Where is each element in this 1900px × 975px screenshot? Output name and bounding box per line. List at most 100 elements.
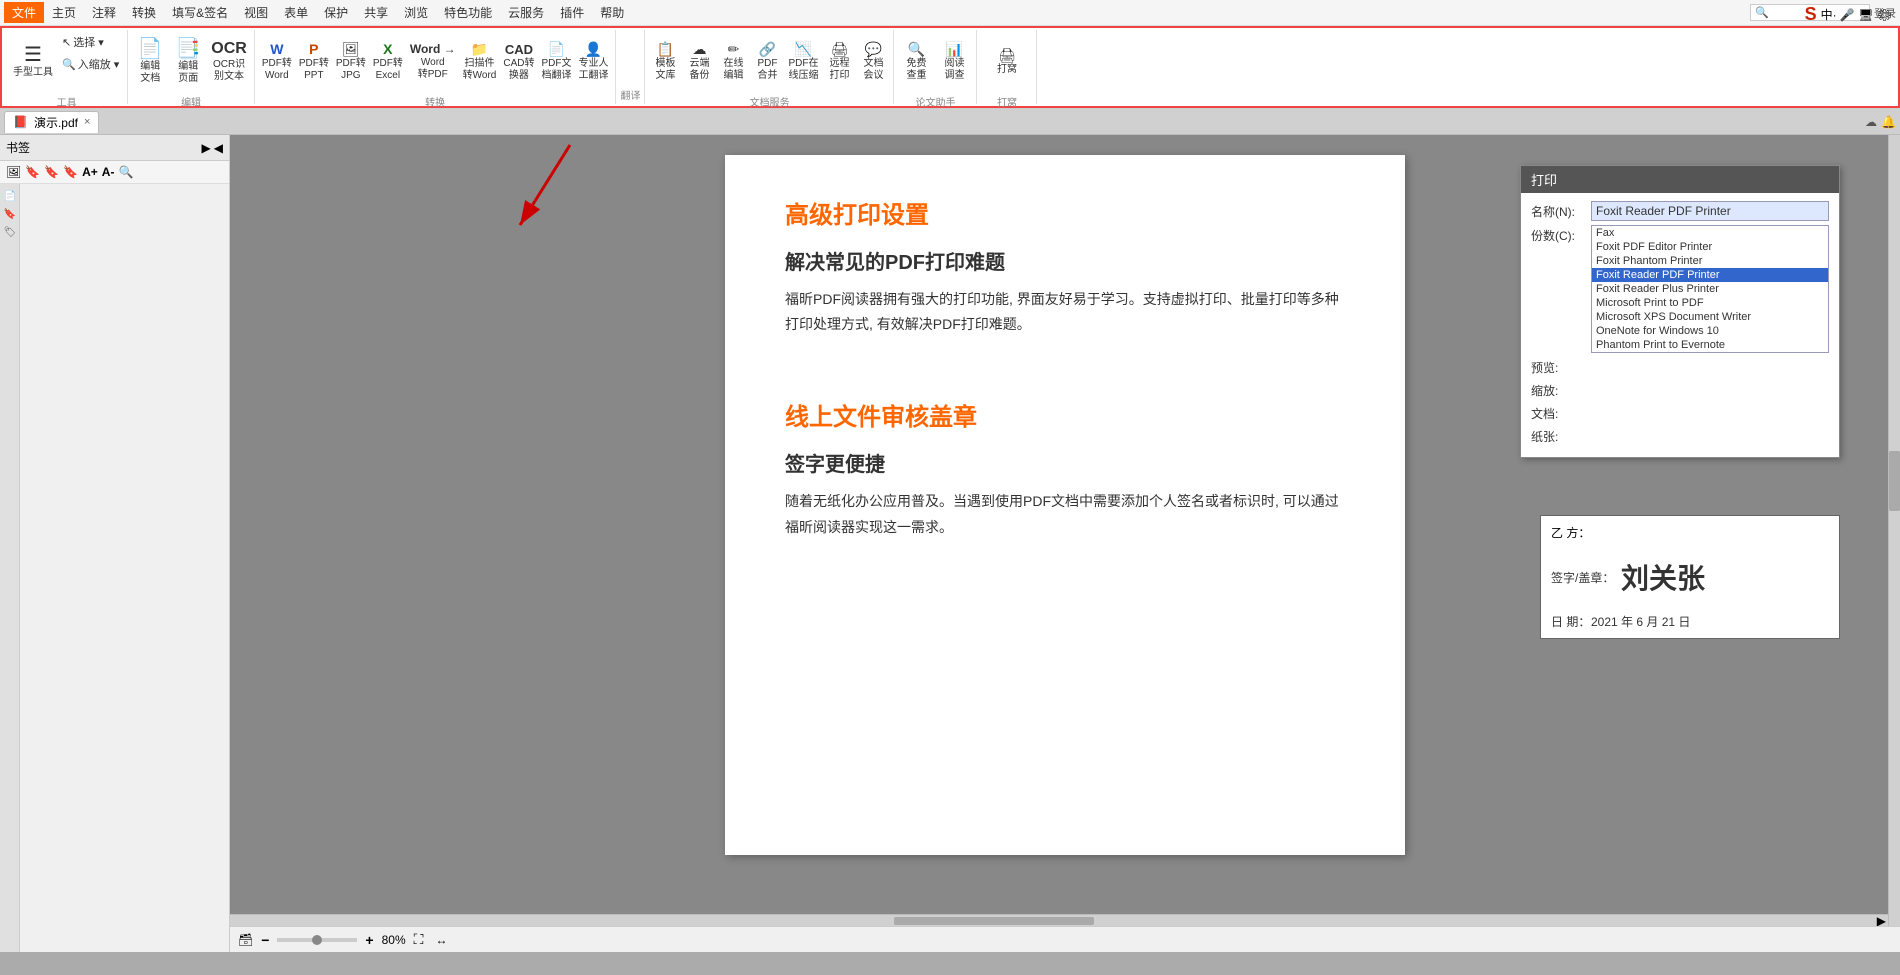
cad-label: CAD转 换器 <box>503 58 534 82</box>
sig-top-label: 乙 方： <box>1551 524 1590 541</box>
select-btn[interactable]: ↖ 选择 ▾ <box>58 32 123 52</box>
sidebar-icon-image[interactable]: 🖼 <box>6 165 21 179</box>
sidebar-icon-bookmark2[interactable]: 🔖 <box>44 165 59 179</box>
hscroll-bar[interactable]: ▶ <box>230 914 1888 926</box>
edit-page-label: 编辑 页面 <box>178 61 198 85</box>
sidebar-icon-bookmark1[interactable]: 🔖 <box>25 165 40 179</box>
zoom-slider[interactable] <box>277 938 357 942</box>
printer-list-item-onenote[interactable]: OneNote for Windows 10 <box>1592 324 1828 338</box>
zoom-plus-btn[interactable]: + <box>365 932 373 948</box>
sidebar-icon-search[interactable]: 🔍 <box>118 165 133 179</box>
template-lib-btn[interactable]: 📋 模板 文库 <box>649 32 681 92</box>
menu-item-protect[interactable]: 保护 <box>316 2 356 23</box>
hscroll-thumb[interactable] <box>894 917 1094 925</box>
printer-list[interactable]: Fax Foxit PDF Editor Printer Foxit Phant… <box>1591 225 1829 353</box>
menu-item-home[interactable]: 主页 <box>44 2 84 23</box>
vtab-item-3[interactable]: 🏷 <box>2 224 18 240</box>
pdf-to-jpg-btn[interactable]: 🖼 PDF转 JPG <box>333 32 369 92</box>
sidebar-icon-font-bigger[interactable]: A+ <box>82 165 98 179</box>
hand-icon: ☰ <box>24 45 42 65</box>
sidebar-close-btn[interactable]: ◀ <box>214 141 223 155</box>
sidebar-expand-btn[interactable]: ▶ <box>202 141 211 155</box>
zoom-slider-thumb[interactable] <box>312 935 322 945</box>
zoom-expand-icon[interactable]: 🗃 <box>238 933 253 947</box>
doc-service-buttons: 📋 模板 文库 ☁ 云端 备份 ✏ 在线 编辑 🔗 PDF 合并 📉 <box>649 32 889 92</box>
online-edit-btn[interactable]: ✏ 在线 编辑 <box>717 32 749 92</box>
pdf-to-excel-btn[interactable]: X PDF转 Excel <box>370 32 406 92</box>
ocr-label: OCR识 别文本 <box>213 59 245 83</box>
ribbon-group-print-setting: 🖨 打窝 打窝 <box>977 30 1037 104</box>
pdf-to-word-btn[interactable]: W PDF转 Word <box>259 32 295 92</box>
scrollbar-v[interactable] <box>1888 135 1900 926</box>
menu-item-cloud[interactable]: 云服务 <box>500 2 552 23</box>
sidebar-icon-font-smaller[interactable]: A- <box>102 165 115 179</box>
menu-item-browse[interactable]: 浏览 <box>396 2 436 23</box>
free-check-label: 免费 查重 <box>906 58 926 82</box>
tab-bar: 📕 演示.pdf × ☁ 🔔 PDF编辑器 <box>0 109 1900 135</box>
cloud-backup-label: 云端 备份 <box>689 58 709 82</box>
pdf-merge-label: PDF 合并 <box>757 58 777 82</box>
menu-item-file[interactable]: 文件 <box>4 2 44 23</box>
vtab-item-2[interactable]: 🔖 <box>2 206 18 222</box>
edit-page-btn[interactable]: 📑 编辑 页面 <box>170 32 206 92</box>
scan-to-word-btn[interactable]: 📁 扫描件 转Word <box>460 32 500 92</box>
page-fit-btn[interactable]: ↔ <box>435 933 447 947</box>
menu-item-convert[interactable]: 转换 <box>124 2 164 23</box>
scrollbar-thumb[interactable] <box>1889 451 1900 511</box>
doc-tab-close-btn[interactable]: × <box>84 116 90 128</box>
printer-list-item-ms-xps[interactable]: Microsoft XPS Document Writer <box>1592 310 1828 324</box>
vtab-item-1[interactable]: 📄 <box>2 188 18 204</box>
pdf-word-icon: W <box>270 42 283 56</box>
human-translate-btn[interactable]: 👤 专业人 工翻译 <box>575 32 611 92</box>
printer-list-item-ms-pdf[interactable]: Microsoft Print to PDF <box>1592 296 1828 310</box>
hand-tool-btn[interactable]: ☰ 手型工具 <box>10 32 56 92</box>
pdf-translate-icon: 📄 <box>548 42 565 56</box>
printer-list-item-phantom-evernote[interactable]: Phantom Print to Evernote <box>1592 338 1828 352</box>
remote-print-btn[interactable]: 🖨 远程 打印 <box>823 32 855 92</box>
free-check-btn[interactable]: 🔍 免费 查重 <box>898 32 934 92</box>
logo-s-icon: S <box>1805 4 1817 25</box>
cloud-backup-btn[interactable]: ☁ 云端 备份 <box>683 32 715 92</box>
main-layout: 书签 ▶ ◀ 🖼 🔖 🔖 🔖 A+ A- 🔍 📄 🔖 🏷 <box>0 135 1900 952</box>
menu-item-plugin[interactable]: 插件 <box>552 2 592 23</box>
menu-item-fill-sign[interactable]: 填写&签名 <box>164 2 236 23</box>
menu-item-share[interactable]: 共享 <box>356 2 396 23</box>
remote-print-icon: 🖨 <box>831 42 849 56</box>
menu-item-help[interactable]: 帮助 <box>592 2 632 23</box>
sig-date-value: 2021 年 6 月 21 日 <box>1591 613 1690 630</box>
fullscreen-btn[interactable]: ⛶ <box>414 931 424 948</box>
section1-subtitle: 解决常见的PDF打印难题 <box>785 246 1345 275</box>
sidebar-controls: ▶ ◀ <box>202 141 223 155</box>
word-to-pdf-btn[interactable]: Word → Word 转PDF <box>407 32 459 92</box>
menu-item-form[interactable]: 表单 <box>276 2 316 23</box>
print-row-scale: 缩放: <box>1531 380 1829 399</box>
printer-list-item-fax[interactable]: Fax <box>1592 226 1828 240</box>
doc-tab[interactable]: 📕 演示.pdf × <box>4 111 99 133</box>
pdf-page: 高级打印设置 解决常见的PDF打印难题 福昕PDF阅读器拥有强大的打印功能, 界… <box>725 155 1405 855</box>
pdf-to-ppt-btn[interactable]: P PDF转 PPT <box>296 32 332 92</box>
printer-list-item-foxit-reader[interactable]: Foxit Reader PDF Printer <box>1592 268 1828 282</box>
pdf-excel-label: PDF转 Excel <box>373 58 403 82</box>
sidebar-icon-bookmark3[interactable]: 🔖 <box>63 165 78 179</box>
printer-name-input[interactable]: Foxit Reader PDF Printer <box>1591 201 1829 221</box>
doc-meeting-btn[interactable]: 💬 文档 会议 <box>857 32 889 92</box>
select-icon: ↖ <box>62 36 71 49</box>
pdf-merge-btn[interactable]: 🔗 PDF 合并 <box>751 32 783 92</box>
logo-text: 中· 🎤 🖥 ⚙ <box>1821 6 1892 23</box>
sig-sign-row: 签字/盖章： 刘关张 <box>1541 549 1839 605</box>
edit-doc-btn[interactable]: 📄 编辑 文档 <box>132 32 168 92</box>
zoom-minus-btn[interactable]: − <box>261 932 269 948</box>
printer-list-item-foxit-phantom[interactable]: Foxit Phantom Printer <box>1592 254 1828 268</box>
print-setting-btn[interactable]: 🖨 打窝 <box>987 32 1027 92</box>
ocr-btn[interactable]: OCR OCR识 别文本 <box>208 32 250 92</box>
read-survey-btn[interactable]: 📊 阅读 调查 <box>936 32 972 92</box>
cad-converter-btn[interactable]: CAD CAD转 换器 <box>500 32 537 92</box>
menu-item-annotation[interactable]: 注释 <box>84 2 124 23</box>
pdf-translate-btn[interactable]: 📄 PDF文 档翻译 <box>538 32 574 92</box>
zoom-btn[interactable]: 🔍 入缩放 ▾ <box>58 54 123 74</box>
printer-list-item-foxit-plus[interactable]: Foxit Reader Plus Printer <box>1592 282 1828 296</box>
pdf-compress-btn[interactable]: 📉 PDF在 线压缩 <box>785 32 821 92</box>
printer-list-item-foxit-editor[interactable]: Foxit PDF Editor Printer <box>1592 240 1828 254</box>
menu-item-special[interactable]: 特色功能 <box>436 2 500 23</box>
menu-item-view[interactable]: 视图 <box>236 2 276 23</box>
